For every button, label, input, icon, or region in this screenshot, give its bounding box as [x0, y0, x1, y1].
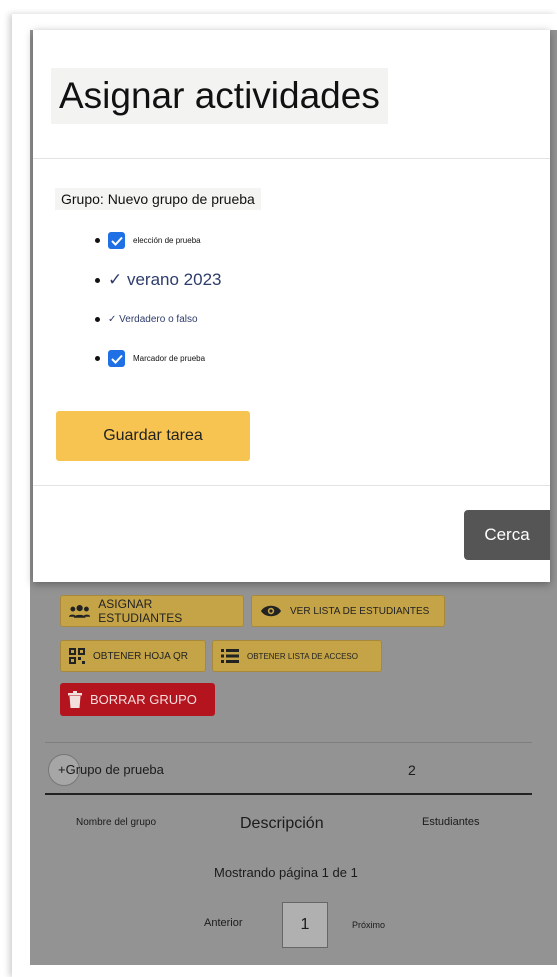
- header-description: Descripción: [240, 815, 324, 832]
- header-students: Estudiantes: [422, 816, 480, 828]
- get-access-list-label: OBTENER LISTA DE ACCESO: [247, 651, 358, 661]
- delete-group-label: BORRAR GRUPO: [90, 692, 197, 707]
- qr-code-icon: [69, 648, 85, 664]
- activity-item[interactable]: Marcador de prueba: [95, 350, 205, 367]
- save-assignment-button[interactable]: Guardar tarea: [56, 411, 250, 461]
- pagination-prev[interactable]: Anterior: [204, 917, 243, 929]
- assign-students-button[interactable]: ASIGNAR ESTUDIANTES: [60, 595, 244, 627]
- modal-footer-divider: [33, 485, 550, 486]
- pagination-next[interactable]: Próximo: [352, 920, 385, 930]
- activity-label: elección de prueba: [133, 236, 201, 245]
- pagination-page-button[interactable]: 1: [282, 902, 328, 948]
- activity-item[interactable]: elección de prueba: [95, 232, 201, 249]
- view-student-list-label: VER LISTA DE ESTUDIANTES: [290, 605, 430, 617]
- table-header-rule: [45, 793, 532, 795]
- header-group-name: Nombre del grupo: [76, 817, 157, 828]
- list-icon: [221, 649, 239, 663]
- bullet: [95, 356, 100, 361]
- eye-icon: [261, 605, 281, 617]
- delete-group-button[interactable]: BORRAR GRUPO: [60, 683, 215, 716]
- trash-icon: [68, 691, 82, 708]
- bullet: [95, 238, 100, 243]
- modal-title: Asignar actividades: [51, 68, 388, 124]
- users-icon: [69, 605, 91, 618]
- pagination-status: Mostrando página 1 de 1: [214, 865, 358, 880]
- activity-label: ✓ verano 2023: [108, 270, 222, 289]
- activity-checkbox[interactable]: [108, 232, 125, 249]
- activity-item[interactable]: ✓ Verdadero o falso: [95, 314, 198, 325]
- bullet: [95, 317, 100, 322]
- view-student-list-button[interactable]: VER LISTA DE ESTUDIANTES: [251, 595, 445, 627]
- table-divider: [45, 742, 532, 743]
- activity-label: Marcador de prueba: [133, 354, 206, 363]
- bullet: [95, 277, 100, 283]
- modal-header-divider: [33, 158, 550, 159]
- close-button[interactable]: Cerca: [464, 510, 550, 560]
- check-icon: [110, 354, 123, 364]
- get-qr-sheet-button[interactable]: OBTENER HOJA QR: [60, 640, 206, 672]
- activity-item[interactable]: ✓ verano 2023: [95, 270, 222, 290]
- check-icon: [110, 236, 123, 246]
- activity-checkbox[interactable]: [108, 350, 125, 367]
- get-access-list-button[interactable]: OBTENER LISTA DE ACCESO: [212, 640, 382, 672]
- group-label: Grupo: Nuevo grupo de prueba: [55, 188, 261, 210]
- activity-label: ✓ Verdadero o falso: [108, 314, 198, 325]
- group-students-cell: 2: [408, 762, 416, 778]
- get-qr-sheet-label: OBTENER HOJA QR: [93, 650, 189, 662]
- assign-activities-modal: Asignar actividades Grupo: Nuevo grupo d…: [33, 30, 550, 582]
- group-name-cell[interactable]: +Grupo de prueba: [58, 762, 164, 777]
- assign-students-label: ASIGNAR ESTUDIANTES: [98, 597, 183, 625]
